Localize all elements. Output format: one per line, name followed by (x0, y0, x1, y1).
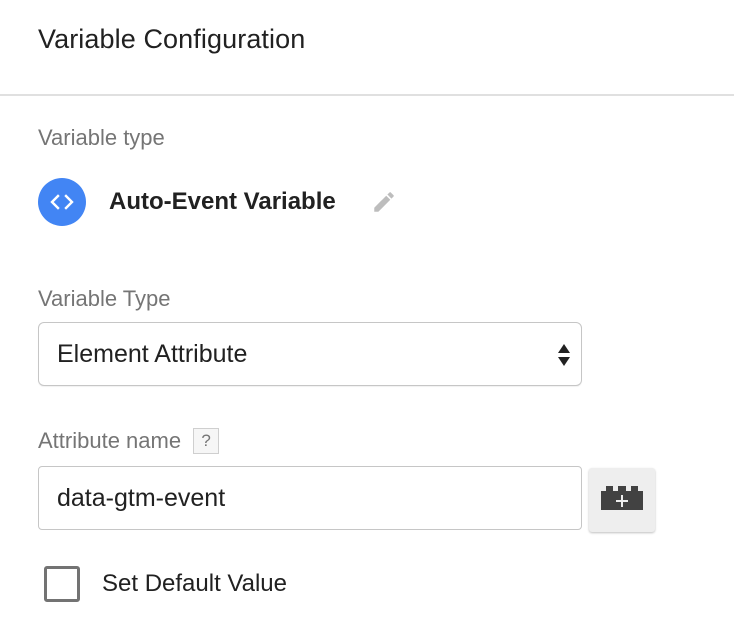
variable-type-select-label: Variable Type (38, 286, 171, 311)
set-default-value-label: Set Default Value (102, 570, 288, 597)
panel-header: Variable Configuration (0, 0, 734, 96)
select-arrows-icon (557, 341, 571, 369)
help-icon[interactable]: ? (193, 428, 220, 454)
variable-picker-button[interactable] (589, 468, 655, 532)
variable-type-select[interactable]: Element Attribute (38, 322, 582, 386)
attribute-name-label-row: Attribute name ? (38, 428, 220, 454)
panel-title: Variable Configuration (38, 24, 306, 54)
variable-type-name: Auto-Event Variable (109, 188, 336, 215)
variable-type-section-label: Variable type (38, 125, 165, 150)
variable-type-row: Auto-Event Variable (38, 177, 458, 227)
variable-block-plus-icon (601, 485, 643, 515)
set-default-value-row[interactable]: Set Default Value (44, 566, 287, 602)
set-default-value-checkbox[interactable] (44, 566, 80, 602)
attribute-name-input[interactable] (38, 466, 582, 530)
code-brackets-icon (38, 178, 86, 226)
variable-configuration-panel: Variable Configuration Variable type Aut… (0, 0, 734, 620)
attribute-name-label: Attribute name (38, 428, 182, 453)
pencil-icon[interactable] (370, 188, 398, 216)
variable-type-selected-value: Element Attribute (57, 340, 248, 368)
